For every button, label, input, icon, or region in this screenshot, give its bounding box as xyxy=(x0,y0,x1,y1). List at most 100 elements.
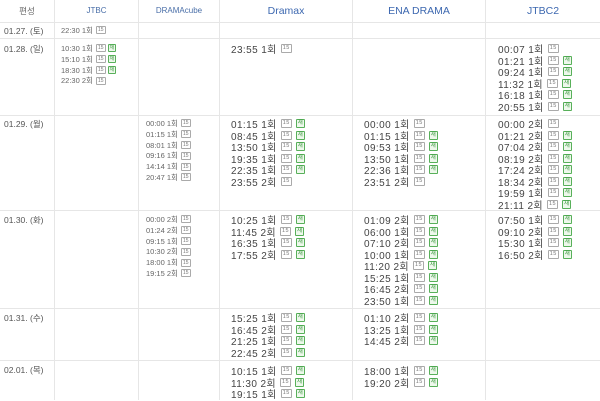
broadcast-entry: 01:24 2회 15 xyxy=(146,225,191,236)
age-rating-badge: 15 xyxy=(413,261,424,271)
rerun-badge: 재 xyxy=(428,272,439,282)
age-rating-badge: 15 xyxy=(280,324,292,334)
broadcast-time: 19:15 2회 xyxy=(146,268,178,278)
rerun-badge: 재 xyxy=(295,324,306,334)
schedule-cell-dramacube: 00:00 2회 15 01:24 2회 15 09:15 1회 15 10:30 2회 15… xyxy=(146,214,191,279)
rerun-badge: 재 xyxy=(562,165,573,175)
age-rating-badge: 15 xyxy=(413,119,425,129)
column-divider xyxy=(485,0,486,400)
rerun-badge: 재 xyxy=(294,226,305,236)
rerun-badge: 재 xyxy=(428,153,439,163)
age-rating-badge: 15 xyxy=(547,199,558,209)
broadcast-time: 01:24 2회 xyxy=(146,225,178,235)
age-rating-badge: 15 xyxy=(180,258,191,267)
rerun-badge: 재 xyxy=(107,65,117,74)
broadcast-time: 00:00 1회 xyxy=(146,118,178,128)
rerun-badge: 재 xyxy=(428,295,439,305)
age-rating-badge: 15 xyxy=(413,366,425,376)
rerun-badge: 재 xyxy=(428,215,439,225)
age-rating-badge: 15 xyxy=(280,215,292,225)
broadcast-time: 10:30 1회 xyxy=(61,43,93,53)
rerun-badge: 재 xyxy=(107,55,117,64)
age-rating-badge: 15 xyxy=(180,162,191,171)
broadcast-time: 21:11 2회 xyxy=(498,200,544,212)
rerun-badge: 재 xyxy=(562,215,573,225)
age-rating-badge: 15 xyxy=(547,153,559,163)
rerun-badge: 재 xyxy=(428,226,439,236)
age-rating-badge: 15 xyxy=(280,377,291,387)
broadcast-time: 20:47 1회 xyxy=(146,172,178,182)
age-rating-badge: 15 xyxy=(280,153,292,163)
date-label: 01.27. (토) xyxy=(4,26,44,36)
schedule-cell-ena: 01:10 2회 15 재 13:25 1회 15 재 14:45 2회 15 재 xyxy=(364,312,439,348)
broadcast-time: 10:30 2회 xyxy=(146,247,178,257)
age-rating-badge: 15 xyxy=(547,90,559,100)
column-header-date: 편성 xyxy=(19,6,35,16)
broadcast-entry: 21:11 2회 15 재 xyxy=(498,199,572,212)
column-header-ena-drama: ENA DRAMA xyxy=(388,5,450,17)
rerun-badge: 재 xyxy=(295,249,306,259)
broadcast-entry: 14:14 1회 15 xyxy=(146,161,191,172)
rerun-badge: 재 xyxy=(562,90,573,100)
broadcast-time: 15:10 1회 xyxy=(61,54,93,64)
broadcast-time: 08:01 1회 xyxy=(146,140,178,150)
broadcast-time: 20:55 1회 xyxy=(498,102,544,114)
rerun-badge: 재 xyxy=(295,215,306,225)
broadcast-time: 18:00 1회 xyxy=(146,258,178,268)
broadcast-entry: 10:30 1회 15 재 xyxy=(61,43,117,54)
age-rating-badge: 15 xyxy=(413,377,425,387)
column-header-dramacube: DRAMAcube xyxy=(155,6,203,15)
rerun-badge: 재 xyxy=(428,238,439,248)
rerun-badge: 재 xyxy=(295,142,306,152)
age-rating-badge: 15 xyxy=(180,226,191,235)
broadcast-entry: 19:20 2회 15 재 xyxy=(364,377,439,390)
age-rating-badge: 15 xyxy=(95,26,106,35)
date-label: 01.30. (화) xyxy=(4,215,44,225)
age-rating-badge: 15 xyxy=(180,140,191,149)
row-divider xyxy=(0,308,600,309)
age-rating-badge: 15 xyxy=(547,101,559,111)
broadcast-time: 23:51 2회 xyxy=(364,177,410,189)
rerun-badge: 재 xyxy=(562,238,573,248)
schedule-cell-jtbc: 22:30 1회 15 xyxy=(61,25,106,36)
broadcast-time: 17:55 2회 xyxy=(231,250,277,262)
column-divider xyxy=(138,0,139,400)
age-rating-badge: 15 xyxy=(280,130,292,140)
age-rating-badge: 15 xyxy=(413,313,425,323)
rerun-badge: 재 xyxy=(428,336,439,346)
age-rating-badge: 15 xyxy=(280,336,292,346)
rerun-badge: 재 xyxy=(427,261,438,271)
broadcast-entry: 14:45 2회 15 재 xyxy=(364,335,439,348)
age-rating-badge: 15 xyxy=(547,44,559,54)
age-rating-badge: 15 xyxy=(180,119,191,128)
broadcast-entry: 10:30 2회 15 xyxy=(146,246,191,257)
broadcast-entry: 22:30 2회 15 xyxy=(61,75,116,86)
date-label: 01.31. (수) xyxy=(4,313,44,323)
age-rating-badge: 15 xyxy=(280,389,292,399)
column-divider xyxy=(219,0,220,400)
age-rating-badge: 15 xyxy=(547,215,559,225)
rerun-badge: 재 xyxy=(428,324,439,334)
age-rating-badge: 15 xyxy=(280,366,292,376)
broadcast-entry: 22:45 2회 15 재 xyxy=(231,347,306,360)
age-rating-badge: 15 xyxy=(180,173,191,182)
age-rating-badge: 15 xyxy=(280,119,292,129)
age-rating-badge: 15 xyxy=(547,130,559,140)
schedule-cell-jtbc: 10:30 1회 15 재 15:10 1회 15 재 18:30 1회 15 재 22:30 2… xyxy=(61,43,117,86)
age-rating-badge: 15 xyxy=(547,67,559,77)
rerun-badge: 재 xyxy=(561,78,572,88)
column-header-dramax: Dramax xyxy=(267,5,305,17)
broadcast-time: 09:15 1회 xyxy=(146,236,178,246)
age-rating-badge: 15 xyxy=(95,76,106,85)
broadcast-entry: 08:01 1회 15 xyxy=(146,140,191,151)
broadcast-entry: 23:55 1회 15 xyxy=(231,43,292,56)
schedule-cell-dramax: 01:15 1회 15 재 08:45 1회 15 재 13:50 1회 15 재 19:35 1… xyxy=(231,118,306,189)
rerun-badge: 재 xyxy=(428,313,439,323)
rerun-badge: 재 xyxy=(428,366,439,376)
rerun-badge: 재 xyxy=(428,165,439,175)
rerun-badge: 재 xyxy=(428,377,439,387)
row-divider xyxy=(0,360,600,361)
age-rating-badge: 15 xyxy=(280,142,292,152)
column-divider xyxy=(352,0,353,400)
rerun-badge: 재 xyxy=(562,249,573,259)
